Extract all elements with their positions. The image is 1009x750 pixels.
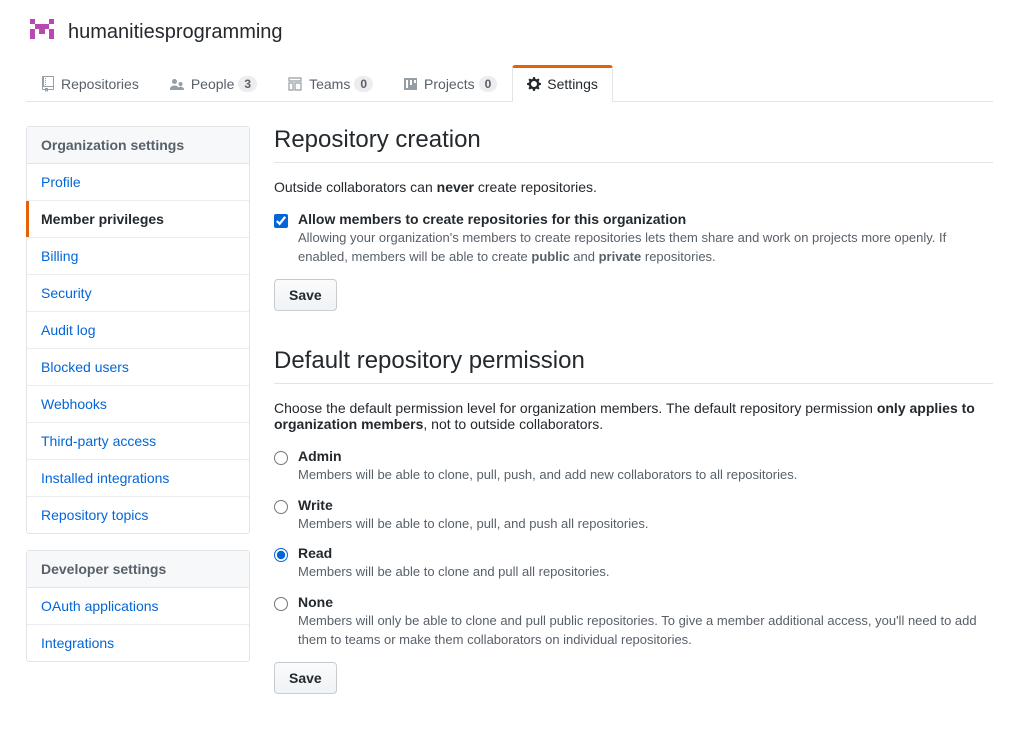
sidebar-item-webhooks[interactable]: Webhooks xyxy=(27,386,249,423)
section-title-repo-creation: Repository creation xyxy=(274,126,993,163)
tab-label: Settings xyxy=(547,76,598,92)
sidebar-item-integrations[interactable]: Integrations xyxy=(27,625,249,661)
people-icon xyxy=(169,76,185,92)
text-fragment: repositories. xyxy=(641,249,715,264)
text-bold: private xyxy=(599,249,642,264)
page-container: humanitiesprogramming Repositories Peopl… xyxy=(0,0,1009,724)
radio-content: Write Members will be able to clone, pul… xyxy=(298,497,993,534)
radio-desc-write: Members will be able to clone, pull, and… xyxy=(298,515,993,534)
radio-label-admin: Admin xyxy=(298,448,993,464)
radio-none[interactable] xyxy=(274,597,288,611)
checkbox-content: Allow members to create repositories for… xyxy=(298,211,993,267)
sidebar-item-repository-topics[interactable]: Repository topics xyxy=(27,497,249,533)
radio-write[interactable] xyxy=(274,500,288,514)
text-fragment: create repositories. xyxy=(474,179,597,195)
tab-people[interactable]: People 3 xyxy=(154,65,272,102)
teams-count-badge: 0 xyxy=(354,76,373,92)
save-default-perm-button[interactable]: Save xyxy=(274,662,337,694)
projects-count-badge: 0 xyxy=(479,76,498,92)
allow-members-label: Allow members to create repositories for… xyxy=(298,211,993,227)
outside-collaborators-note: Outside collaborators can never create r… xyxy=(274,179,993,195)
org-name[interactable]: humanitiesprogramming xyxy=(68,21,283,44)
text-bold: never xyxy=(437,179,474,195)
tab-label: Projects xyxy=(424,76,475,92)
teams-icon xyxy=(287,76,303,92)
sidebar-item-blocked-users[interactable]: Blocked users xyxy=(27,349,249,386)
perm-option-admin: Admin Members will be able to clone, pul… xyxy=(274,448,993,485)
layout: Organization settings Profile Member pri… xyxy=(26,126,993,694)
text-fragment: Outside collaborators can xyxy=(274,179,437,195)
menu-heading-dev: Developer settings xyxy=(27,551,249,588)
sidebar-item-billing[interactable]: Billing xyxy=(27,238,249,275)
main-content: Repository creation Outside collaborator… xyxy=(274,126,993,694)
sidebar: Organization settings Profile Member pri… xyxy=(26,126,250,678)
tab-settings[interactable]: Settings xyxy=(512,65,613,102)
radio-label-write: Write xyxy=(298,497,993,513)
text-fragment: and xyxy=(570,249,599,264)
text-bold: public xyxy=(531,249,569,264)
radio-desc-read: Members will be able to clone and pull a… xyxy=(298,563,993,582)
tab-label: Repositories xyxy=(61,76,139,92)
org-header: humanitiesprogramming xyxy=(26,16,993,48)
people-count-badge: 3 xyxy=(238,76,257,92)
radio-content: None Members will only be able to clone … xyxy=(298,594,993,650)
radio-desc-admin: Members will be able to clone, pull, pus… xyxy=(298,466,993,485)
menu-heading-org: Organization settings xyxy=(27,127,249,164)
allow-members-checkbox[interactable] xyxy=(274,214,288,228)
tab-label: People xyxy=(191,76,235,92)
gear-icon xyxy=(527,76,541,92)
text-fragment: , not to outside collaborators. xyxy=(423,416,603,432)
radio-read[interactable] xyxy=(274,548,288,562)
radio-label-none: None xyxy=(298,594,993,610)
sidebar-item-audit-log[interactable]: Audit log xyxy=(27,312,249,349)
perm-option-read: Read Members will be able to clone and p… xyxy=(274,545,993,582)
radio-label-read: Read xyxy=(298,545,993,561)
sidebar-item-third-party-access[interactable]: Third-party access xyxy=(27,423,249,460)
allow-members-desc: Allowing your organization's members to … xyxy=(298,229,993,267)
projects-icon xyxy=(403,76,418,92)
default-perm-intro: Choose the default permission level for … xyxy=(274,400,993,432)
sidebar-item-oauth-applications[interactable]: OAuth applications xyxy=(27,588,249,625)
tab-repositories[interactable]: Repositories xyxy=(26,65,154,102)
org-avatar-icon xyxy=(26,16,58,48)
section-title-default-perm: Default repository permission xyxy=(274,347,993,384)
radio-desc-none: Members will only be able to clone and p… xyxy=(298,612,993,650)
allow-members-row: Allow members to create repositories for… xyxy=(274,211,993,267)
sidebar-item-member-privileges[interactable]: Member privileges xyxy=(27,201,249,238)
radio-admin[interactable] xyxy=(274,451,288,465)
text-fragment: Choose the default permission level for … xyxy=(274,400,877,416)
perm-option-none: None Members will only be able to clone … xyxy=(274,594,993,650)
sidebar-item-security[interactable]: Security xyxy=(27,275,249,312)
radio-content: Read Members will be able to clone and p… xyxy=(298,545,993,582)
org-settings-menu: Organization settings Profile Member pri… xyxy=(26,126,250,534)
sidebar-item-profile[interactable]: Profile xyxy=(27,164,249,201)
sidebar-item-installed-integrations[interactable]: Installed integrations xyxy=(27,460,249,497)
tab-projects[interactable]: Projects 0 xyxy=(388,65,512,102)
perm-option-write: Write Members will be able to clone, pul… xyxy=(274,497,993,534)
save-repo-creation-button[interactable]: Save xyxy=(274,279,337,311)
radio-content: Admin Members will be able to clone, pul… xyxy=(298,448,993,485)
developer-settings-menu: Developer settings OAuth applications In… xyxy=(26,550,250,662)
tab-label: Teams xyxy=(309,76,350,92)
tab-teams[interactable]: Teams 0 xyxy=(272,65,388,102)
tabnav: Repositories People 3 Teams 0 Projects 0… xyxy=(26,64,993,102)
repo-icon xyxy=(41,76,55,92)
